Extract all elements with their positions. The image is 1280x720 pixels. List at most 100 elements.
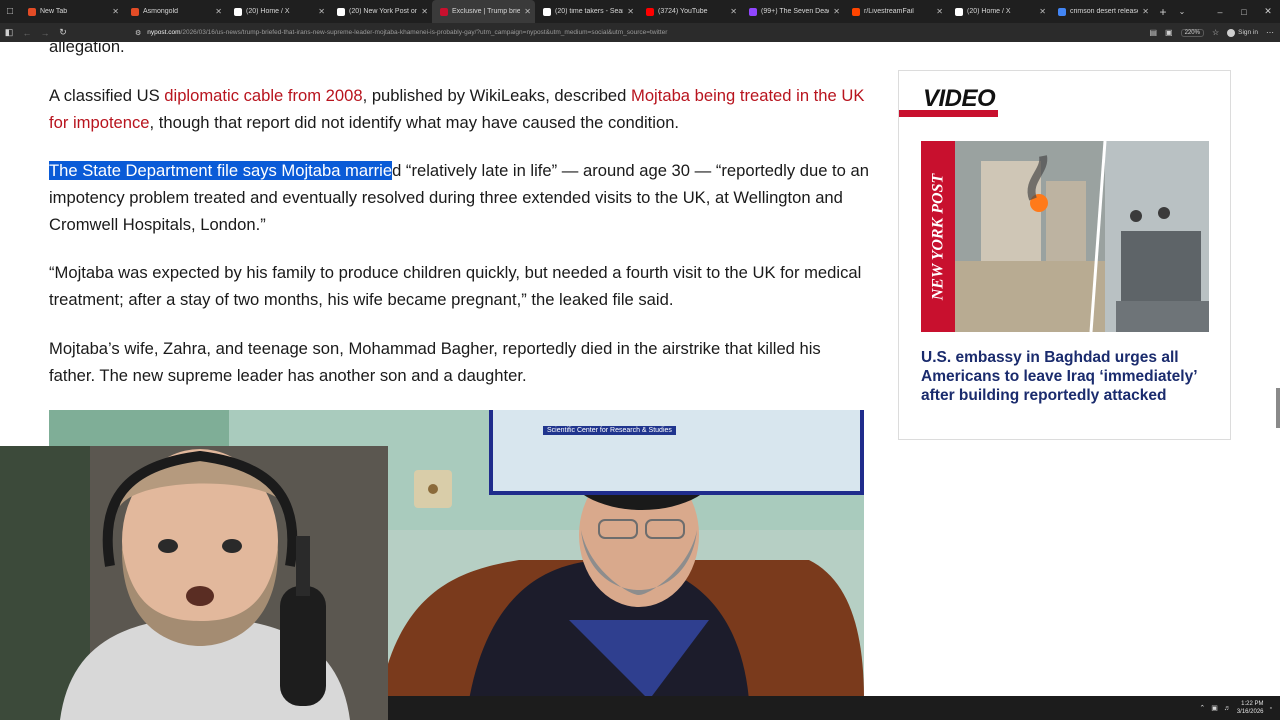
screenshot-icon[interactable]: ▣ (1165, 28, 1173, 37)
selected-text[interactable]: The State Department file says Mojtaba m… (49, 161, 393, 180)
youtube-icon (646, 7, 654, 16)
reload-icon[interactable]: ↻ (54, 27, 72, 38)
reddit-icon (852, 7, 860, 16)
article-paragraph: A classified US diplomatic cable from 20… (49, 82, 869, 136)
google-icon (1058, 7, 1066, 16)
close-tab-icon[interactable]: ✕ (524, 7, 531, 16)
x-icon (234, 7, 242, 16)
video-thumbnail-illustration (955, 141, 1209, 332)
browser-tab[interactable]: Asmongold ✕ (123, 0, 226, 23)
tab-list: New Tab ✕ Asmongold ✕ (20) Home / X ✕ (20) New… (20, 0, 1153, 23)
browser-tab[interactable]: Exclusive | Trump briefed th✕ (432, 0, 535, 23)
video-thumbnail[interactable]: NEW YORK POST (921, 141, 1209, 332)
close-window-icon[interactable]: ✕ (1256, 0, 1280, 23)
tab-label: (20) New York Post on X: "I (349, 8, 418, 15)
browser-tab[interactable]: (99+) The Seven Deadly Sin ✕ (741, 0, 844, 23)
page-scrollbar-thumb[interactable] (1276, 388, 1280, 428)
address-field[interactable]: ⚙ nypost.com/2026/03/16/us-news/trump-br… (135, 25, 1135, 40)
article-paragraph: The State Department file says Mojtaba m… (49, 157, 869, 238)
browser-tab[interactable]: (20) New York Post on X: "I✕ (329, 0, 432, 23)
tab-label: crimson desert release date (1070, 8, 1138, 15)
map-board: Scientific Center for Research & Studies (489, 410, 864, 495)
new-tab-button[interactable]: + (1153, 5, 1173, 19)
x-icon (543, 7, 551, 16)
brand-logo: NEW YORK POST (929, 173, 947, 300)
address-toolbar: ◧ ← → ↻ ⚙ nypost.com/2026/03/16/us-news/… (0, 23, 1280, 42)
browser-tab[interactable]: crimson desert release date ✕ (1050, 0, 1153, 23)
clock[interactable]: 1:22 PM 3/16/2026 (1237, 700, 1264, 716)
network-icon[interactable]: ▣ (1211, 704, 1218, 712)
close-tab-icon[interactable]: ✕ (627, 7, 634, 16)
reader-mode-icon[interactable]: ▤ (1149, 28, 1157, 37)
close-tab-icon[interactable]: ✕ (1142, 7, 1149, 16)
nypost-icon (440, 7, 448, 16)
tab-label: r/LivestreamFail (864, 8, 914, 15)
forward-icon[interactable]: → (36, 28, 54, 38)
webcam-overlay (0, 446, 388, 720)
paragraph-text: , though that report did not identify wh… (149, 113, 680, 132)
video-label-underline (899, 110, 998, 117)
tab-label: (3724) YouTube (658, 8, 708, 15)
asmongold-icon (131, 7, 139, 16)
sidebar-toggle-icon[interactable]: ◧ (0, 27, 18, 38)
tab-label: (20) Home / X (246, 8, 290, 15)
new-tab-icon (28, 7, 36, 16)
browser-tab[interactable]: (20) time takers - Search / X ✕ (535, 0, 638, 23)
tab-label: Exclusive | Trump briefed th (452, 8, 521, 15)
os-taskbar: ⌃ ▣ ♬ 1:22 PM 3/16/2026 ▫ (388, 696, 1280, 720)
zoom-level[interactable]: 220% (1180, 28, 1204, 37)
window-controls: – □ ✕ (1208, 0, 1280, 23)
browser-tab[interactable]: (20) Home / X ✕ (947, 0, 1050, 23)
article-paragraph-cutoff: allegation. (49, 42, 125, 56)
paragraph-text: A classified US (49, 86, 165, 105)
sign-in-label: Sign in (1238, 29, 1258, 36)
notifications-icon[interactable]: ▫ (1270, 705, 1272, 712)
tab-label: New Tab (40, 8, 68, 15)
settings-icon[interactable]: ⋯ (1266, 28, 1274, 37)
sign-in-button[interactable]: Sign in (1227, 28, 1258, 37)
close-tab-icon[interactable]: ✕ (215, 7, 222, 16)
close-tab-icon[interactable]: ✕ (421, 7, 428, 16)
profile-icon (1227, 28, 1236, 37)
url-path: /2026/03/16/us-news/trump-briefed-that-i… (180, 29, 668, 36)
video-section-label: VIDEO (923, 85, 996, 112)
clock-time: 1:22 PM (1241, 701, 1264, 707)
close-tab-icon[interactable]: ✕ (112, 7, 119, 16)
video-headline-link[interactable]: U.S. embassy in Baghdad urges all Americ… (921, 348, 1216, 405)
sidebar-video-card[interactable]: VIDEO NEW YORK POST U.S. embassy in Bagh… (898, 70, 1231, 440)
browser-tab[interactable]: New Tab ✕ (20, 0, 123, 23)
system-tray: ⌃ ▣ ♬ 1:22 PM 3/16/2026 ▫ (1199, 696, 1272, 720)
tab-actions-icon[interactable]: □ (0, 0, 20, 23)
twitch-icon (749, 7, 757, 16)
url-host: nypost.com (147, 29, 181, 36)
browser-tab[interactable]: (3724) YouTube ✕ (638, 0, 741, 23)
x-icon (337, 7, 345, 16)
close-tab-icon[interactable]: ✕ (936, 7, 943, 16)
minimize-icon[interactable]: – (1208, 0, 1232, 23)
volume-icon[interactable]: ♬ (1224, 705, 1231, 712)
paragraph-text: , published by WikiLeaks, described (362, 86, 631, 105)
x-icon (955, 7, 963, 16)
tab-label: Asmongold (143, 8, 179, 15)
tab-label: (20) time takers - Search / X (555, 8, 623, 15)
toolbar-right: ▤ ▣ 220% ☆ Sign in ⋯ (1149, 23, 1274, 42)
streamer-webcam-illustration (0, 446, 388, 720)
browser-tab[interactable]: (20) Home / X ✕ (226, 0, 329, 23)
close-tab-icon[interactable]: ✕ (833, 7, 840, 16)
favorite-star-icon[interactable]: ☆ (1212, 28, 1219, 37)
article-paragraph[interactable]: “Mojtaba was expected by his family to p… (49, 259, 869, 313)
back-icon[interactable]: ← (18, 28, 36, 38)
brand-band: NEW YORK POST (921, 141, 955, 332)
maximize-icon[interactable]: □ (1232, 0, 1256, 23)
diplomatic-cable-link[interactable]: diplomatic cable from 2008 (164, 86, 362, 105)
tab-search-icon[interactable]: ⌄ (1173, 7, 1191, 16)
article-paragraph[interactable]: Mojtaba’s wife, Zahra, and teenage son, … (49, 335, 869, 389)
tab-label: (99+) The Seven Deadly Sin (761, 8, 829, 15)
close-tab-icon[interactable]: ✕ (1039, 7, 1046, 16)
clock-date: 3/16/2026 (1236, 709, 1264, 715)
site-info-icon[interactable]: ⚙ (135, 29, 141, 37)
tray-overflow-icon[interactable]: ⌃ (1199, 704, 1205, 712)
close-tab-icon[interactable]: ✕ (730, 7, 737, 16)
close-tab-icon[interactable]: ✕ (318, 7, 325, 16)
browser-tab[interactable]: r/LivestreamFail ✕ (844, 0, 947, 23)
